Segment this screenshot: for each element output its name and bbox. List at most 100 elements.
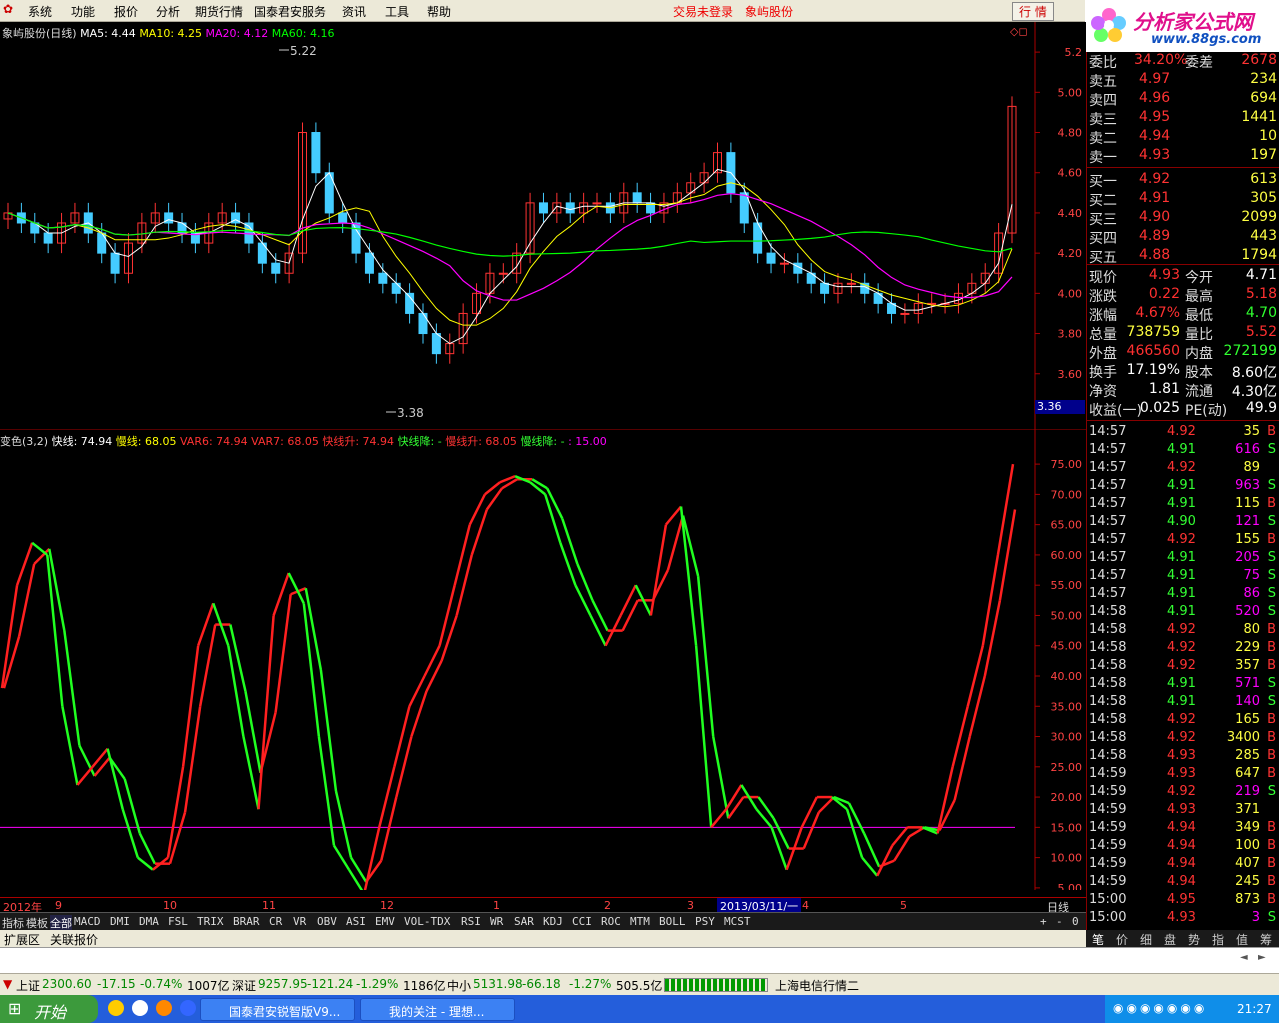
buy-level-row[interactable]: 买一 4.92 613 [1087, 171, 1279, 190]
trade-status[interactable]: 交易未登录 [673, 3, 733, 20]
indicator-chart[interactable]: 75.00 70.00 65.00 60.00 55.00 50.00 45.00 40.00… [0, 430, 1086, 890]
app-icon[interactable]: ✿ [3, 2, 13, 16]
tab-kdj[interactable]: KDJ [543, 915, 563, 928]
sell-level-row[interactable]: 卖三 4.95 1441 [1087, 109, 1279, 128]
tick-row[interactable]: 14:59 4.92 219 S [1087, 784, 1279, 802]
tab-extension-area[interactable]: 扩展区 [4, 931, 40, 948]
tick-row[interactable]: 14:57 4.91 86 S [1087, 586, 1279, 604]
tab-trix[interactable]: TRIX [197, 915, 224, 928]
menu-tools[interactable]: 工具 [385, 3, 409, 20]
tab-mcst[interactable]: MCST [724, 915, 751, 928]
quicklaunch-icon[interactable] [156, 1000, 172, 1016]
tick-row[interactable]: 15:00 4.95 873 B [1087, 892, 1279, 910]
tab-boll[interactable]: BOLL [659, 915, 686, 928]
quote-tab[interactable]: 势 [1188, 931, 1200, 948]
tick-row[interactable]: 14:57 4.91 115 B [1087, 496, 1279, 514]
tick-row[interactable]: 14:57 4.92 155 B [1087, 532, 1279, 550]
tick-row[interactable]: 14:59 4.94 407 B [1087, 856, 1279, 874]
quote-tab[interactable]: 指 [1212, 931, 1224, 948]
sell-level-row[interactable]: 卖二 4.94 10 [1087, 128, 1279, 147]
menu-futures[interactable]: 期货行情 [195, 3, 243, 20]
quote-tab[interactable]: 盘 [1164, 931, 1176, 948]
tab-cr[interactable]: CR [269, 915, 282, 928]
tab-sar[interactable]: SAR [514, 915, 534, 928]
tab-dma[interactable]: DMA [139, 915, 159, 928]
tab-wr[interactable]: WR [490, 915, 503, 928]
tick-row[interactable]: 14:58 4.91 520 S [1087, 604, 1279, 622]
tick-row[interactable]: 14:59 4.93 371 [1087, 802, 1279, 820]
tick-row[interactable]: 14:57 4.90 121 S [1087, 514, 1279, 532]
scroll-right-icon[interactable]: ► [1258, 952, 1266, 963]
buy-level-row[interactable]: 买二 4.91 305 [1087, 190, 1279, 209]
tab-asi[interactable]: ASI [346, 915, 366, 928]
price-chart[interactable]: 5.2 5.00 4.80 4.60 4.40 4.20 4.00 3.80 3.60 5.22… [0, 22, 1086, 430]
tick-row[interactable]: 14:58 4.92 229 B [1087, 640, 1279, 658]
tab-macd[interactable]: MACD [74, 915, 101, 928]
tick-row[interactable]: 14:57 4.91 75 S [1087, 568, 1279, 586]
tick-row[interactable]: 14:58 4.92 80 B [1087, 622, 1279, 640]
menu-quote[interactable]: 报价 [114, 3, 138, 20]
tab-brar[interactable]: BRAR [233, 915, 260, 928]
zoom-control-button[interactable]: 0 [1072, 915, 1079, 928]
tick-row[interactable]: 14:59 4.94 245 B [1087, 874, 1279, 892]
tick-row[interactable]: 14:57 4.92 35 B [1087, 424, 1279, 442]
task-watchlist[interactable]: 我的关注 - 理想... [360, 998, 515, 1021]
tab-模板[interactable]: 模板 [26, 915, 48, 931]
menu-gtja-service[interactable]: 国泰君安服务 [254, 3, 326, 20]
menu-system[interactable]: 系统 [28, 3, 52, 20]
sell-level-row[interactable]: 卖五 4.97 234 [1087, 71, 1279, 90]
quicklaunch-icon[interactable] [180, 1000, 196, 1016]
tick-row[interactable]: 14:57 4.91 963 S [1087, 478, 1279, 496]
buy-level-row[interactable]: 买四 4.89 443 [1087, 228, 1279, 247]
zoom-control-button[interactable]: - [1056, 915, 1063, 928]
tab-rsi[interactable]: RSI [461, 915, 481, 928]
quote-button[interactable]: 行 情 [1012, 2, 1054, 21]
tick-row[interactable]: 14:57 4.91 616 S [1087, 442, 1279, 460]
quote-tab[interactable]: 价 [1116, 931, 1128, 948]
tab-roc[interactable]: ROC [601, 915, 621, 928]
tab-related-quote[interactable]: 关联报价 [50, 931, 98, 948]
clock[interactable]: 21:27 [1237, 1002, 1272, 1016]
tray-icons[interactable]: ◉◉◉◉◉◉◉ [1113, 1001, 1207, 1015]
sh-value[interactable]: 2300.60 [42, 977, 92, 991]
tab-fsl[interactable]: FSL [168, 915, 188, 928]
menu-function[interactable]: 功能 [71, 3, 95, 20]
tick-row[interactable]: 14:59 4.94 349 B [1087, 820, 1279, 838]
tick-row[interactable]: 14:58 4.92 357 B [1087, 658, 1279, 676]
server-name[interactable]: 上海电信行情二 [775, 977, 859, 994]
tick-row[interactable]: 14:59 4.94 100 B [1087, 838, 1279, 856]
task-gtja[interactable]: 国泰君安锐智版V9... [200, 998, 355, 1021]
tick-row[interactable]: 14:58 4.93 285 B [1087, 748, 1279, 766]
scroll-left-icon[interactable]: ◄ [1240, 952, 1248, 963]
sell-level-row[interactable]: 卖一 4.93 197 [1087, 147, 1279, 166]
tab-指标[interactable]: 指标 [2, 915, 24, 931]
tick-row[interactable]: 14:58 4.91 140 S [1087, 694, 1279, 712]
quote-tab[interactable]: 值 [1236, 931, 1248, 948]
tab-psy[interactable]: PSY [695, 915, 715, 928]
tab-vr[interactable]: VR [293, 915, 306, 928]
quicklaunch-icon[interactable] [132, 1000, 148, 1016]
quote-tab[interactable]: 细 [1140, 931, 1152, 948]
tab-cci[interactable]: CCI [572, 915, 592, 928]
sell-level-row[interactable]: 卖四 4.96 694 [1087, 90, 1279, 109]
sz-value[interactable]: 9257.95 [258, 977, 308, 991]
tick-row[interactable]: 14:58 4.92 165 B [1087, 712, 1279, 730]
zoom-control-button[interactable]: + [1040, 915, 1047, 928]
zx-value[interactable]: 5131.98 [473, 977, 523, 991]
tab-obv[interactable]: OBV [317, 915, 337, 928]
menu-analysis[interactable]: 分析 [156, 3, 180, 20]
menu-news[interactable]: 资讯 [342, 3, 366, 20]
tab-emv[interactable]: EMV [375, 915, 395, 928]
tab-dmi[interactable]: DMI [110, 915, 130, 928]
menu-help[interactable]: 帮助 [427, 3, 451, 20]
quicklaunch-icon[interactable] [108, 1000, 124, 1016]
tab-全部[interactable]: 全部 [50, 915, 72, 931]
tab-vol-tdx[interactable]: VOL-TDX [404, 915, 450, 928]
tick-row[interactable]: 14:58 4.91 571 S [1087, 676, 1279, 694]
tick-row[interactable]: 14:57 4.91 205 S [1087, 550, 1279, 568]
tick-row[interactable]: 14:59 4.93 647 B [1087, 766, 1279, 784]
quote-tab[interactable]: 筹 [1260, 931, 1272, 948]
quote-tab[interactable]: 笔 [1092, 931, 1104, 948]
tick-row[interactable]: 15:00 4.93 3 S [1087, 910, 1279, 928]
buy-level-row[interactable]: 买三 4.90 2099 [1087, 209, 1279, 228]
